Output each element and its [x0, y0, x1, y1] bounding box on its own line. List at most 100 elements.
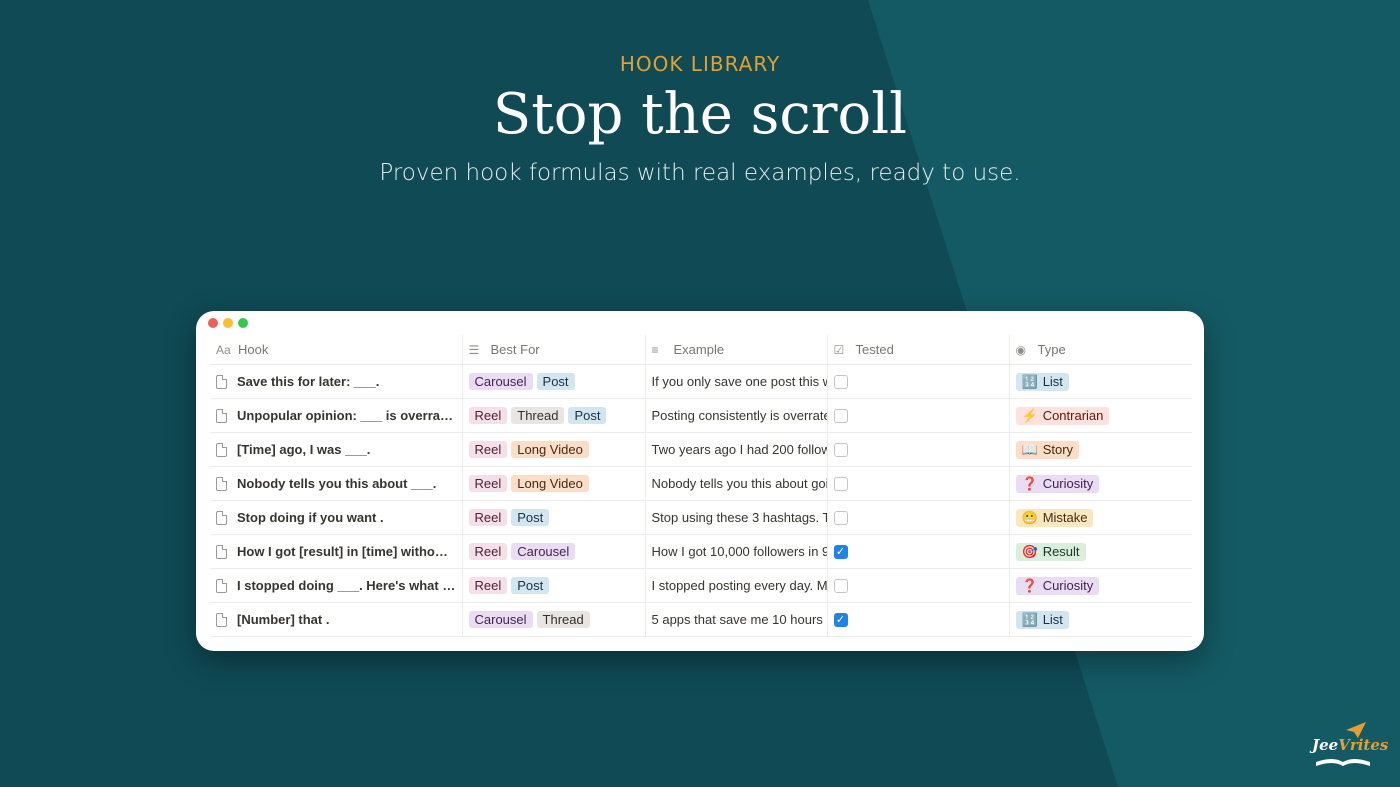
tested-checkbox[interactable] — [833, 375, 848, 390]
example-cell[interactable]: Two years ago I had 200 followe — [644, 432, 827, 467]
example-cell[interactable]: 5 apps that save me 10 hours ev — [644, 602, 827, 637]
column-header-type[interactable]: ◉ Type — [1008, 335, 1192, 365]
tested-checkbox[interactable] — [833, 511, 848, 526]
hook-cell[interactable]: [Number] that . — [210, 602, 462, 637]
document-icon — [216, 443, 227, 457]
tested-cell: ✓ — [826, 534, 1009, 569]
tested-checkbox[interactable] — [833, 477, 848, 492]
eyebrow-label: HOOK LIBRARY — [619, 52, 781, 76]
type-tag: ⚡ Contrarian — [1015, 406, 1110, 425]
hook-cell[interactable]: I stopped doing ___. Here's what ha... — [210, 568, 462, 603]
platform-tag: Thread — [536, 611, 590, 628]
column-header-best-for[interactable]: ☰ Best For — [461, 335, 645, 365]
tested-checkbox[interactable]: ✓ — [833, 613, 848, 628]
hook-text: [Time] ago, I was ___. — [237, 442, 371, 457]
type-tag: 🎯 Result — [1015, 542, 1086, 561]
tested-checkbox[interactable] — [833, 443, 848, 458]
tested-checkbox[interactable]: ✓ — [833, 545, 848, 560]
example-cell[interactable]: Stop using these 3 hashtags. Th — [644, 500, 827, 535]
table-row[interactable]: [Time] ago, I was ___. Reel Long Video Two … — [210, 432, 1192, 467]
type-cell[interactable]: 🔢 List — [1008, 364, 1192, 399]
type-cell[interactable]: ⚡ Contrarian — [1008, 398, 1192, 433]
type-emoji-icon: 📖 — [1021, 441, 1038, 457]
table-row[interactable]: [Number] that . Carousel Thread 5 apps that… — [210, 602, 1192, 637]
platform-tag: Thread — [511, 407, 565, 424]
close-window-button[interactable] — [208, 318, 218, 328]
hook-text: Save this for later: ___. — [237, 374, 380, 389]
brand-logo: JeeVrites — [1308, 722, 1388, 772]
type-cell[interactable]: 🔢 List — [1008, 602, 1192, 637]
best-for-cell[interactable]: Reel Post — [461, 568, 645, 603]
tested-cell — [826, 432, 1009, 467]
type-emoji-icon: ⚡ — [1021, 407, 1038, 423]
hook-cell[interactable]: Stop doing if you want . — [210, 500, 462, 535]
table-row[interactable]: Stop doing if you want . Reel Post Stop usi… — [210, 500, 1192, 535]
minimize-window-button[interactable] — [223, 318, 233, 328]
best-for-cell[interactable]: Reel Post — [461, 500, 645, 535]
hook-text: [Number] that . — [237, 612, 330, 627]
type-tag: 📖 Story — [1015, 440, 1080, 459]
platform-tag: Reel — [468, 441, 508, 458]
table-row[interactable]: I stopped doing ___. Here's what ha... Re… — [210, 568, 1192, 603]
column-header-label: Tested — [855, 342, 894, 357]
maximize-window-button[interactable] — [238, 318, 248, 328]
best-for-cell[interactable]: Reel Thread Post — [461, 398, 645, 433]
document-icon — [216, 579, 227, 593]
type-tag: 🔢 List — [1015, 610, 1069, 629]
column-header-hook[interactable]: Aa Hook — [210, 335, 462, 365]
type-cell[interactable]: 😬 Mistake — [1008, 500, 1192, 535]
hook-database-table: Aa Hook ☰ Best For ≡ Example ☑ Tested ◉ Type Save… — [210, 335, 1192, 637]
tested-checkbox[interactable] — [833, 579, 848, 594]
document-icon — [216, 511, 227, 525]
hook-cell[interactable]: Save this for later: ___. — [210, 364, 462, 399]
column-header-label: Type — [1037, 342, 1066, 357]
type-tag: 😬 Mistake — [1015, 508, 1094, 527]
table-row[interactable]: How I got [result] in [time] without ...… — [210, 534, 1192, 569]
table-body: Save this for later: ___. Carousel Post If … — [210, 364, 1192, 637]
example-cell[interactable]: Posting consistently is overrate — [644, 398, 827, 433]
column-header-example[interactable]: ≡ Example — [644, 335, 827, 365]
hook-cell[interactable]: Nobody tells you this about ___. — [210, 466, 462, 501]
example-cell[interactable]: Nobody tells you this about goi — [644, 466, 827, 501]
type-emoji-icon: 🔢 — [1021, 611, 1038, 627]
type-label: Curiosity — [1042, 475, 1094, 491]
best-for-cell[interactable]: Reel Long Video — [461, 466, 645, 501]
platform-tag: Post — [511, 509, 550, 526]
hook-cell[interactable]: Unpopular opinion: ___ is overrated. — [210, 398, 462, 433]
type-label: Contrarian — [1042, 407, 1104, 423]
hook-cell[interactable]: [Time] ago, I was ___. — [210, 432, 462, 467]
best-for-cell[interactable]: Reel Carousel — [461, 534, 645, 569]
page-title: Stop the scroll — [492, 82, 908, 147]
type-label: List — [1042, 611, 1063, 627]
platform-tag: Reel — [468, 475, 508, 492]
platform-tag: Post — [511, 577, 550, 594]
best-for-cell[interactable]: Reel Long Video — [461, 432, 645, 467]
select-icon: ◉ — [1015, 343, 1026, 357]
platform-tag: Long Video — [511, 441, 589, 458]
type-cell[interactable]: 📖 Story — [1008, 432, 1192, 467]
best-for-cell[interactable]: Carousel Post — [461, 364, 645, 399]
example-cell[interactable]: I stopped posting every day. My — [644, 568, 827, 603]
example-cell[interactable]: How I got 10,000 followers in 90 — [644, 534, 827, 569]
tested-cell — [826, 568, 1009, 603]
column-header-label: Example — [673, 342, 725, 357]
checkbox-icon: ☑ — [833, 343, 845, 357]
platform-tag: Post — [568, 407, 607, 424]
example-cell[interactable]: If you only save one post this w — [644, 364, 827, 399]
type-cell[interactable]: ❓ Curiosity — [1008, 568, 1192, 603]
type-cell[interactable]: 🎯 Result — [1008, 534, 1192, 569]
best-for-cell[interactable]: Carousel Thread — [461, 602, 645, 637]
table-row[interactable]: Save this for later: ___. Carousel Post If … — [210, 364, 1192, 399]
type-cell[interactable]: ❓ Curiosity — [1008, 466, 1192, 501]
type-label: Curiosity — [1042, 577, 1094, 593]
column-header-label: Hook — [238, 342, 269, 357]
lines-icon: ≡ — [651, 343, 659, 357]
window-controls — [208, 318, 248, 328]
table-row[interactable]: Unpopular opinion: ___ is overrated. Reel… — [210, 398, 1192, 433]
column-header-tested[interactable]: ☑ Tested — [826, 335, 1009, 365]
table-row[interactable]: Nobody tells you this about ___. Reel Long… — [210, 466, 1192, 501]
tested-cell — [826, 500, 1009, 535]
tested-checkbox[interactable] — [833, 409, 848, 424]
platform-tag: Carousel — [468, 373, 533, 390]
hook-cell[interactable]: How I got [result] in [time] without ... — [210, 534, 462, 569]
